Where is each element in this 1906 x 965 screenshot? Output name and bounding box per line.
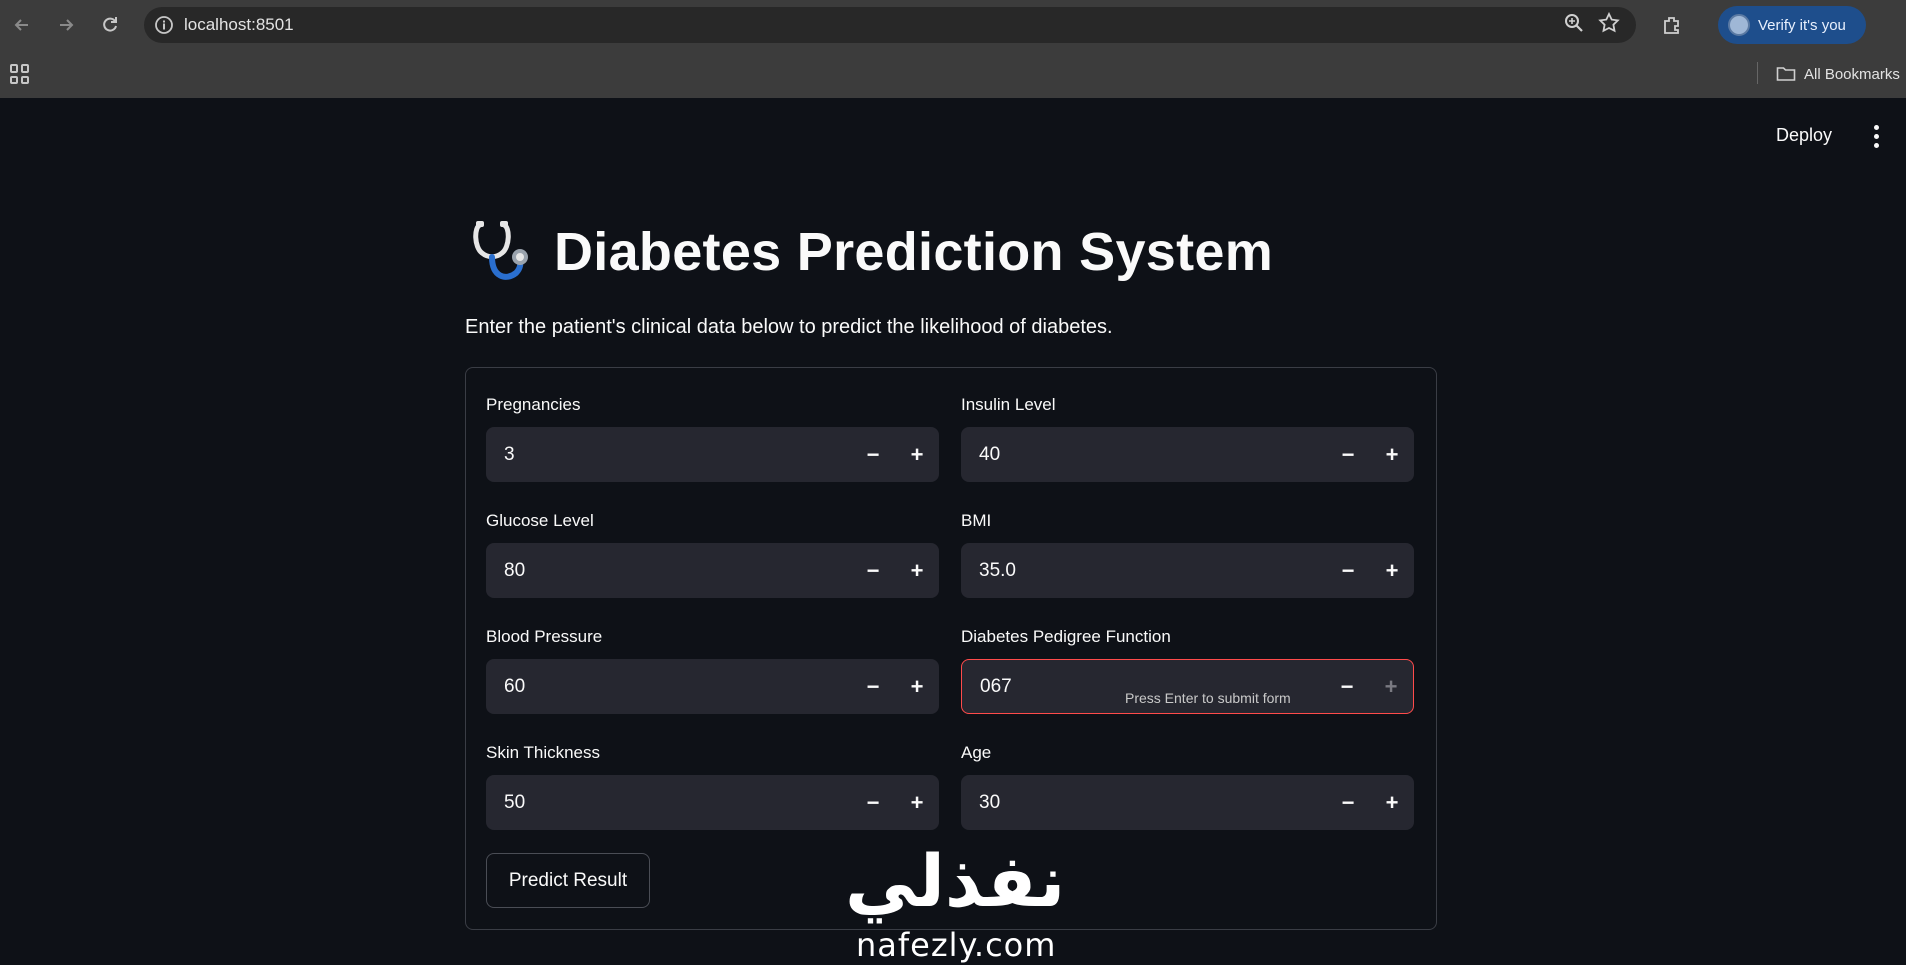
reload-icon[interactable] bbox=[88, 3, 132, 47]
pedigree-label: Diabetes Pedigree Function bbox=[961, 627, 1171, 646]
pregnancies-decrement-button[interactable]: − bbox=[851, 427, 895, 482]
watermark-arabic: نفذلي bbox=[845, 839, 1066, 923]
all-bookmarks-button[interactable]: All Bookmarks bbox=[1776, 62, 1900, 86]
main-menu-icon[interactable] bbox=[1868, 122, 1884, 150]
insulin-input[interactable]: 40 − + bbox=[961, 427, 1414, 482]
page-subtitle: Enter the patient's clinical data below … bbox=[465, 316, 1113, 338]
age-input[interactable]: 30 − + bbox=[961, 775, 1414, 830]
insulin-label: Insulin Level bbox=[961, 395, 1056, 414]
bmi-label: BMI bbox=[961, 511, 992, 530]
age-decrement-button[interactable]: − bbox=[1326, 775, 1370, 830]
watermark-url: nafezly.com bbox=[856, 926, 1057, 964]
page-header: Diabetes Prediction System bbox=[470, 212, 1273, 292]
pedigree-decrement-button[interactable]: − bbox=[1325, 659, 1369, 714]
all-bookmarks-label: All Bookmarks bbox=[1804, 65, 1900, 83]
submit-hint: Press Enter to submit form bbox=[1125, 690, 1291, 706]
skin-thickness-decrement-button[interactable]: − bbox=[851, 775, 895, 830]
pregnancies-label: Pregnancies bbox=[486, 395, 581, 414]
blood-pressure-value[interactable]: 60 bbox=[486, 676, 851, 698]
verify-label: Verify it's you bbox=[1758, 16, 1846, 34]
profile-verify-chip[interactable]: Verify it's you bbox=[1718, 6, 1866, 44]
address-bar[interactable]: localhost:8501 bbox=[144, 7, 1636, 43]
pedigree-increment-button[interactable]: + bbox=[1369, 659, 1413, 714]
back-arrow-icon[interactable] bbox=[0, 3, 44, 47]
bmi-value[interactable]: 35.0 bbox=[961, 560, 1326, 582]
skin-thickness-input[interactable]: 50 − + bbox=[486, 775, 939, 830]
page-title: Diabetes Prediction System bbox=[554, 222, 1274, 282]
glucose-decrement-button[interactable]: − bbox=[851, 543, 895, 598]
bookmarks-bar: All Bookmarks bbox=[0, 50, 1906, 98]
forward-arrow-icon[interactable] bbox=[44, 3, 88, 47]
skin-thickness-value[interactable]: 50 bbox=[486, 792, 851, 814]
bmi-input[interactable]: 35.0 − + bbox=[961, 543, 1414, 598]
bookmarks-divider bbox=[1757, 62, 1758, 84]
browser-toolbar: localhost:8501 Verify it's you bbox=[0, 0, 1906, 50]
bmi-decrement-button[interactable]: − bbox=[1326, 543, 1370, 598]
blood-pressure-label: Blood Pressure bbox=[486, 627, 603, 646]
pregnancies-increment-button[interactable]: + bbox=[895, 427, 939, 482]
predict-result-button[interactable]: Predict Result bbox=[486, 853, 650, 908]
glucose-value[interactable]: 80 bbox=[486, 560, 851, 582]
apps-grid-icon[interactable] bbox=[8, 62, 32, 86]
skin-thickness-label: Skin Thickness bbox=[486, 743, 601, 762]
zoom-icon[interactable] bbox=[1564, 13, 1584, 38]
skin-thickness-increment-button[interactable]: + bbox=[895, 775, 939, 830]
folder-icon bbox=[1776, 67, 1796, 81]
stethoscope-icon bbox=[473, 221, 528, 280]
insulin-increment-button[interactable]: + bbox=[1370, 427, 1414, 482]
glucose-increment-button[interactable]: + bbox=[895, 543, 939, 598]
profile-avatar bbox=[1728, 14, 1750, 36]
bookmark-star-icon[interactable] bbox=[1598, 11, 1620, 39]
blood-pressure-decrement-button[interactable]: − bbox=[851, 659, 895, 714]
insulin-value[interactable]: 40 bbox=[961, 444, 1326, 466]
url-text[interactable]: localhost:8501 bbox=[184, 15, 294, 35]
pregnancies-input[interactable]: 3 − + bbox=[486, 427, 939, 482]
deploy-button[interactable]: Deploy bbox=[1776, 125, 1832, 146]
extensions-icon[interactable] bbox=[1654, 7, 1690, 43]
glucose-label: Glucose Level bbox=[486, 511, 594, 530]
age-value[interactable]: 30 bbox=[961, 792, 1326, 814]
bmi-increment-button[interactable]: + bbox=[1370, 543, 1414, 598]
blood-pressure-input[interactable]: 60 − + bbox=[486, 659, 939, 714]
insulin-decrement-button[interactable]: − bbox=[1326, 427, 1370, 482]
pregnancies-value[interactable]: 3 bbox=[486, 444, 851, 466]
age-label: Age bbox=[961, 743, 992, 762]
blood-pressure-increment-button[interactable]: + bbox=[895, 659, 939, 714]
age-increment-button[interactable]: + bbox=[1370, 775, 1414, 830]
glucose-input[interactable]: 80 − + bbox=[486, 543, 939, 598]
site-info-icon[interactable] bbox=[144, 7, 184, 43]
